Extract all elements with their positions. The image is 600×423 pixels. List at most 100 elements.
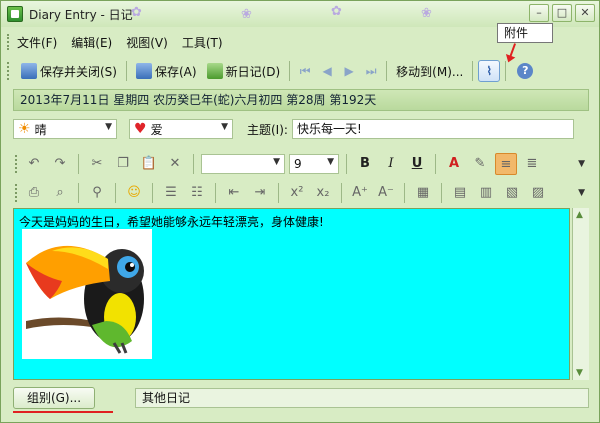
toolbar-separator (278, 183, 279, 203)
merge-cells-icon[interactable]: ▧ (501, 182, 523, 204)
numbered-list-icon[interactable]: ☷ (186, 182, 208, 204)
date-info-bar: 2013年7月11日 星期四 农历癸巳年(蛇)六月初四 第28周 第192天 (13, 89, 589, 111)
save-label: 保存(A) (154, 64, 197, 79)
weather-dropdown[interactable]: ☀ 晴 ▼ (13, 119, 117, 139)
print-preview-icon[interactable]: ⌕ (49, 182, 71, 204)
chevron-down-icon: ▼ (105, 122, 112, 132)
table-row-icon[interactable]: ▤ (449, 182, 471, 204)
subscript-icon[interactable]: x₂ (312, 182, 334, 204)
red-underline-annotation (13, 411, 113, 413)
table-column-icon[interactable]: ▥ (475, 182, 497, 204)
butterfly-decoration-icon: ✿ (131, 5, 142, 20)
scroll-up-icon[interactable]: ▲ (576, 210, 583, 220)
chevron-down-icon: ▼ (327, 157, 334, 167)
toolbar-separator (435, 154, 436, 174)
mood-row: ☀ 晴 ▼ ♥ 爱 ▼ 主题(I): 快乐每一天! (13, 118, 593, 140)
editor-scrollbar[interactable]: ▲ ▼ (572, 208, 589, 380)
chevron-down-icon[interactable]: ▼ (578, 159, 585, 169)
format-toolbar: ↶ ↷ ✂ ❐ 📋 ✕ ▼ 9 ▼ B I U A ✎ ≡ ≣ ▼ (13, 151, 589, 177)
diary-window: Diary Entry - 日记 ✿ ❀ ✿ ❀ – □ ✕ 文件(F) 编辑(… (0, 0, 600, 423)
insert-toolbar: ⎙ ⌕ ⚲ ☺ ☰ ☷ ⇤ ⇥ x² x₂ A⁺ A⁻ ▦ ▤ ▥ ▧ ▨ ▼ (13, 180, 589, 206)
toolbar-separator (125, 61, 127, 81)
move-to-button[interactable]: 移动到(M)... (392, 59, 467, 83)
menu-edit[interactable]: 编辑(E) (71, 34, 112, 51)
menu-file[interactable]: 文件(F) (17, 34, 57, 51)
underline-button[interactable]: U (406, 153, 428, 175)
maximize-button[interactable]: □ (552, 4, 572, 22)
bold-button[interactable]: B (354, 153, 376, 175)
toolbar-separator (215, 183, 216, 203)
next-entry-icon[interactable]: ▶ (339, 64, 359, 78)
grow-font-icon[interactable]: A⁺ (349, 182, 371, 204)
chevron-down-icon[interactable]: ▼ (578, 188, 585, 198)
font-name-dropdown[interactable]: ▼ (201, 154, 285, 174)
highlight-color-icon[interactable]: ✎ (469, 153, 491, 175)
save-button[interactable]: 保存(A) (132, 59, 201, 83)
diary-text: 今天是妈妈的生日，希望她能够永远年轻漂亮，身体健康! (19, 215, 324, 229)
undo-icon[interactable]: ↶ (23, 153, 45, 175)
flower-decoration-icon: ❀ (421, 6, 432, 21)
new-diary-icon (206, 63, 223, 79)
chevron-down-icon: ▼ (221, 122, 228, 132)
toolbar-separator (341, 183, 342, 203)
diary-editor[interactable]: 今天是妈妈的生日，希望她能够永远年轻漂亮，身体健康! (13, 208, 570, 380)
insert-table-icon[interactable]: ▦ (412, 182, 434, 204)
first-entry-icon[interactable]: ⏮ (295, 64, 315, 79)
toolbar-grip[interactable] (7, 34, 10, 50)
save-close-icon (21, 63, 37, 79)
toolbar-separator (78, 183, 79, 203)
subject-input[interactable]: 快乐每一天! (291, 119, 574, 139)
group-value-field[interactable]: 其他日记 (135, 388, 589, 408)
print-icon[interactable]: ⎙ (23, 182, 45, 204)
feeling-value: 爱 (150, 122, 163, 137)
new-diary-button[interactable]: 新日记(D) (203, 59, 285, 83)
last-entry-icon[interactable]: ⏭ (361, 64, 381, 79)
toolbar-separator (289, 61, 291, 81)
scroll-down-icon[interactable]: ▼ (576, 368, 583, 378)
shrink-font-icon[interactable]: A⁻ (375, 182, 397, 204)
toolbar-separator (115, 183, 116, 203)
minimize-button[interactable]: – (529, 4, 549, 22)
toolbar-separator (78, 154, 79, 174)
delete-icon[interactable]: ✕ (164, 153, 186, 175)
copy-icon[interactable]: ❐ (112, 153, 134, 175)
emoticon-icon[interactable]: ☺ (123, 182, 145, 204)
toolbar-separator (441, 183, 442, 203)
font-color-icon[interactable]: A (443, 153, 465, 175)
group-button[interactable]: 组别(G)... (13, 387, 95, 409)
toolbar-grip[interactable] (15, 184, 18, 202)
paperclip-icon: ⌇ (486, 64, 493, 78)
attachment-button[interactable]: ⌇ (478, 60, 501, 82)
subject-label: 主题(I): (247, 122, 288, 137)
align-left-icon[interactable]: ≡ (495, 153, 517, 175)
font-size-value: 9 (294, 157, 302, 171)
paste-icon[interactable]: 📋 (138, 153, 160, 175)
menu-tools[interactable]: 工具(T) (182, 34, 223, 51)
font-size-dropdown[interactable]: 9 ▼ (289, 154, 339, 174)
find-icon[interactable]: ⚲ (86, 182, 108, 204)
bullet-list-icon[interactable]: ☰ (160, 182, 182, 204)
new-diary-label: 新日记(D) (225, 64, 281, 79)
toolbar-separator (386, 61, 388, 81)
save-icon (135, 63, 152, 79)
superscript-icon[interactable]: x² (286, 182, 308, 204)
menu-view[interactable]: 视图(V) (126, 34, 168, 51)
redo-icon[interactable]: ↷ (49, 153, 71, 175)
close-button[interactable]: ✕ (575, 4, 595, 22)
decrease-indent-icon[interactable]: ⇤ (223, 182, 245, 204)
previous-entry-icon[interactable]: ◀ (317, 64, 337, 78)
cut-icon[interactable]: ✂ (86, 153, 108, 175)
toucan-image[interactable] (22, 229, 152, 359)
italic-button[interactable]: I (380, 153, 402, 175)
save-close-button[interactable]: 保存并关闭(S) (17, 59, 121, 83)
weather-value: 晴 (34, 122, 47, 137)
increase-indent-icon[interactable]: ⇥ (249, 182, 271, 204)
align-center-icon[interactable]: ≣ (521, 153, 543, 175)
feeling-dropdown[interactable]: ♥ 爱 ▼ (129, 119, 233, 139)
attachment-tooltip: 附件 (497, 23, 553, 43)
toolbar-grip[interactable] (15, 155, 18, 173)
help-icon[interactable]: ? (517, 63, 534, 79)
split-cells-icon[interactable]: ▨ (527, 182, 549, 204)
toolbar-grip[interactable] (7, 62, 10, 80)
toolbar-separator (472, 61, 474, 81)
